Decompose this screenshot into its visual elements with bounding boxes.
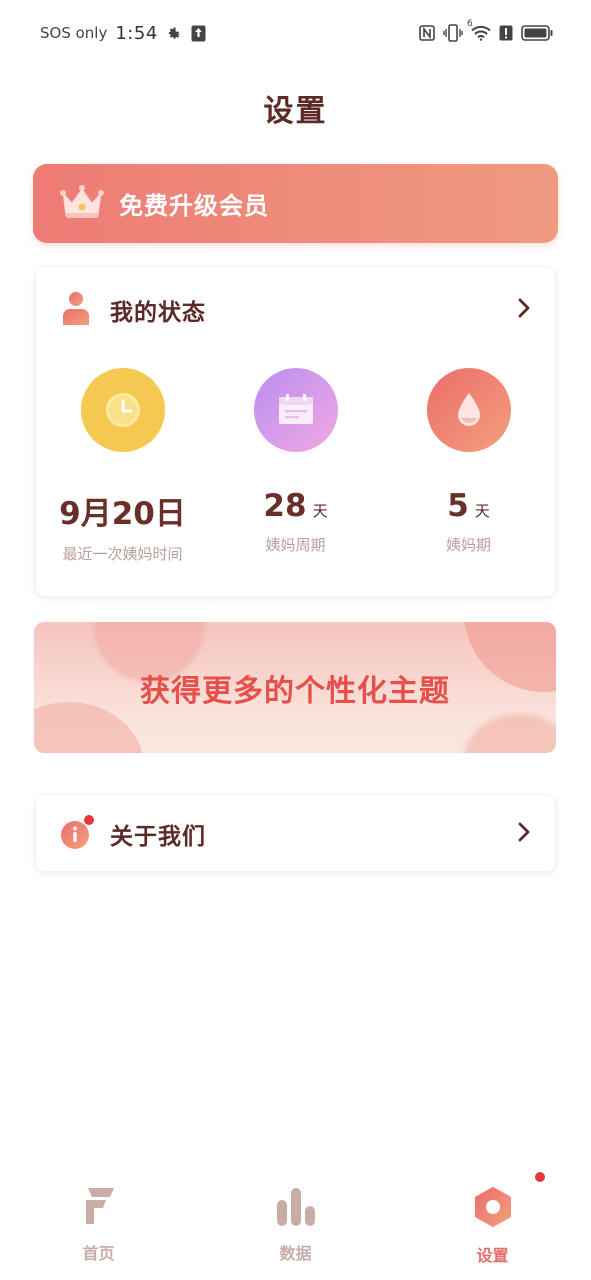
cycle-length-label: 姨妈周期 <box>265 536 326 554</box>
network-badge: 6 <box>467 19 473 29</box>
wifi-icon: 6 <box>467 19 491 41</box>
nav-item-home[interactable]: 首页 <box>0 1170 197 1280</box>
battery-icon <box>521 25 553 41</box>
upgrade-vip-label: 免费升级会员 <box>119 192 269 220</box>
cycle-length-value: 28 <box>263 488 307 524</box>
bottom-nav: 首页 数据 设置 <box>0 1170 591 1280</box>
alert-icon <box>499 25 513 41</box>
vibrate-icon <box>443 24 463 42</box>
chevron-right-icon <box>517 297 531 323</box>
page-title: 设置 <box>263 94 328 129</box>
bar-chart-icon <box>276 1186 316 1230</box>
period-length-label: 姨妈期 <box>445 536 491 554</box>
user-icon <box>62 291 90 329</box>
settings-hexagon-icon <box>473 1186 513 1232</box>
info-icon-wrap <box>60 814 94 850</box>
about-us-label: 关于我们 <box>110 823 206 850</box>
period-length-value: 5 <box>447 488 469 524</box>
gear-icon <box>166 25 183 42</box>
period-length-unit: 天 <box>474 502 490 520</box>
my-status-card: 我的状态 9月20日 最近一次姨妈时间 28 天 姨妈周期 5 天 姨妈期 <box>36 268 555 596</box>
status-bar-right: 6 <box>419 19 553 42</box>
stat-value: 9月20日 <box>59 488 186 533</box>
nfc-icon <box>419 25 435 41</box>
status-stats: 9月20日 最近一次姨妈时间 28 天 姨妈周期 5 天 姨妈期 <box>36 368 555 564</box>
upload-icon <box>191 25 206 42</box>
stat-last-period: 9月20日 最近一次姨妈时间 <box>36 368 209 564</box>
nav-item-settings[interactable]: 设置 <box>394 1170 591 1280</box>
crown-icon <box>59 183 105 225</box>
my-status-header[interactable]: 我的状态 <box>62 290 531 330</box>
stat-cycle-length: 28 天 姨妈周期 <box>209 368 382 564</box>
status-bar: SOS only 1:54 6 <box>0 0 591 66</box>
about-us-row[interactable]: 关于我们 <box>36 796 555 871</box>
upgrade-vip-banner[interactable]: 免费升级会员 <box>33 164 558 243</box>
notification-dot <box>84 814 94 825</box>
nav-label-settings: 设置 <box>476 1246 509 1265</box>
chevron-right-icon <box>517 821 531 847</box>
calendar-icon <box>253 368 338 452</box>
nav-label-data: 数据 <box>279 1244 312 1263</box>
notification-dot <box>535 1172 545 1182</box>
status-bar-left: SOS only 1:54 <box>40 23 206 44</box>
stat-period-length: 5 天 姨妈期 <box>382 368 555 564</box>
nav-item-data[interactable]: 数据 <box>197 1170 394 1280</box>
home-f-icon <box>82 1186 116 1230</box>
drop-icon <box>426 368 511 452</box>
cycle-length-unit: 天 <box>312 502 328 520</box>
clock-icon <box>80 368 165 452</box>
carrier-text: SOS only <box>40 24 108 42</box>
last-period-date: 9月20日 <box>59 496 186 532</box>
last-period-label: 最近一次姨妈时间 <box>62 545 183 563</box>
nav-label-home: 首页 <box>82 1244 115 1263</box>
stat-value: 5 天 <box>447 488 490 524</box>
stat-value: 28 天 <box>263 488 327 524</box>
clock-time: 1:54 <box>115 22 158 44</box>
theme-banner-label: 获得更多的个性化主题 <box>140 673 450 709</box>
my-status-title: 我的状态 <box>110 300 206 326</box>
personalized-theme-banner[interactable]: 获得更多的个性化主题 <box>34 622 556 753</box>
info-icon <box>60 820 92 854</box>
